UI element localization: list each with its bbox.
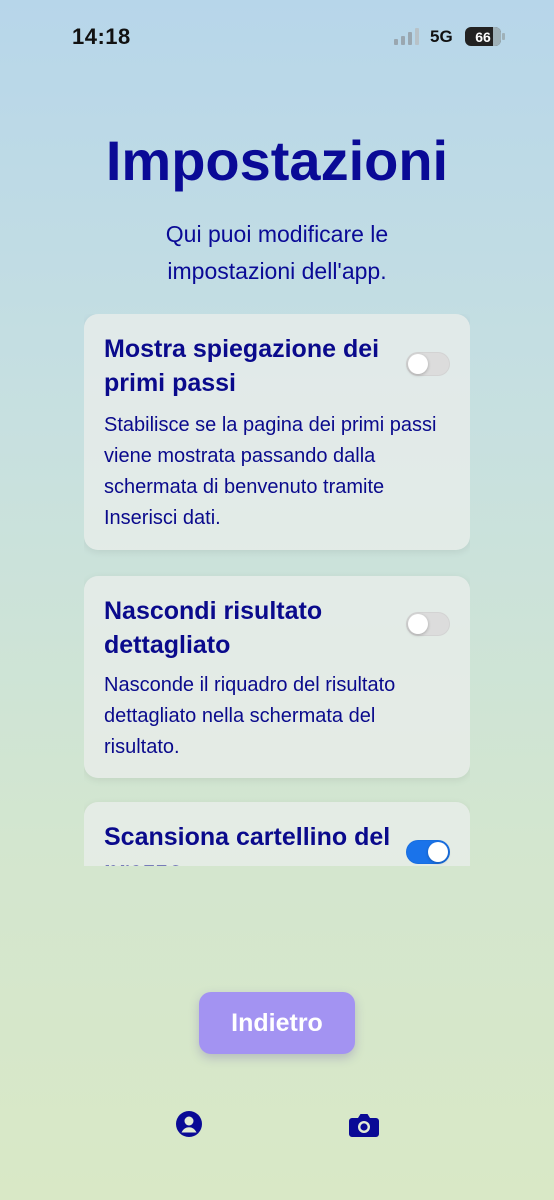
hide-detailed-result-toggle[interactable] bbox=[406, 612, 450, 636]
battery-tip bbox=[502, 33, 505, 40]
setting-title: Mostra spiegazione dei primi passi bbox=[104, 335, 380, 397]
toggle-knob bbox=[408, 354, 428, 374]
setting-description: Stabilisce se la pagina dei primi passi … bbox=[104, 414, 437, 529]
toggle-knob bbox=[428, 842, 448, 862]
setting-card-first-steps: Mostra spiegazione dei primi passi Stabi… bbox=[84, 314, 470, 550]
camera-icon[interactable] bbox=[348, 1112, 380, 1138]
status-time: 14:18 bbox=[72, 24, 131, 49]
back-button[interactable]: Indietro bbox=[199, 992, 355, 1054]
setting-card-scan-price-tag: Scansiona cartellino del prezzo bbox=[84, 802, 470, 866]
status-bar: 14:18 5G 66 bbox=[0, 0, 554, 76]
settings-list[interactable]: Mostra spiegazione dei primi passi Stabi… bbox=[84, 314, 470, 866]
scan-price-tag-toggle[interactable] bbox=[406, 840, 450, 864]
setting-description: Nasconde il riquadro del risultato detta… bbox=[104, 674, 396, 758]
setting-card-hide-detailed-result: Nascondi risultato dettagliato Nasconde … bbox=[84, 576, 470, 778]
tab-bar bbox=[0, 1100, 554, 1150]
battery-icon: 66 bbox=[465, 27, 501, 46]
setting-title: Scansiona cartellino del prezzo bbox=[104, 823, 391, 866]
battery-level: 66 bbox=[475, 28, 491, 45]
profile-icon[interactable] bbox=[175, 1110, 203, 1138]
page-title: Impostazioni bbox=[105, 129, 449, 192]
network-type: 5G bbox=[430, 27, 453, 46]
toggle-knob bbox=[408, 614, 428, 634]
cellular-signal-icon bbox=[394, 27, 419, 45]
page-subtitle: Qui puoi modificare le impostazioni dell… bbox=[165, 221, 389, 284]
setting-title: Nascondi risultato dettagliato bbox=[104, 597, 323, 659]
first-steps-toggle[interactable] bbox=[406, 352, 450, 376]
